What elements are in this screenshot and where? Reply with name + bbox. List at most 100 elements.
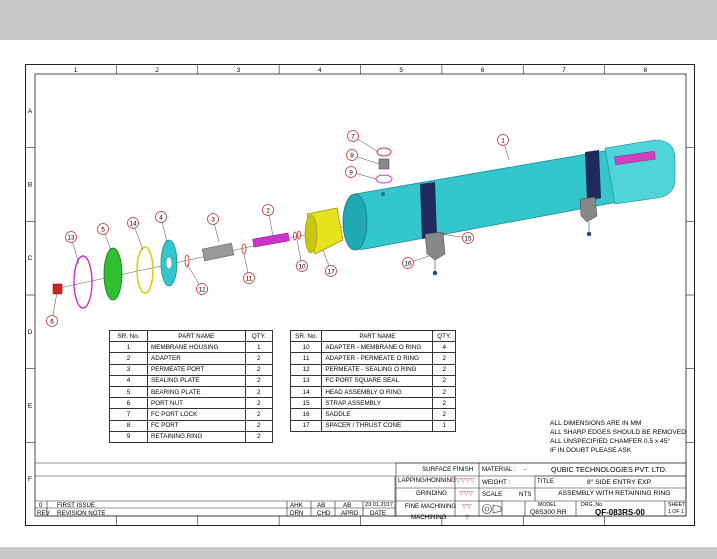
- parts-table-right: SR. No. PART NAME QTY. 10 ADAPTER - MEMBRAN…: [289, 329, 456, 432]
- weight-label: WEIGHT :: [482, 479, 511, 486]
- table-cell: PERMEATE PORT: [147, 363, 246, 376]
- table-cell: PERMEATE - SEALING O RING: [321, 363, 434, 376]
- table-row: 10 ADAPTER - MEMBRANE O RING 4: [289, 341, 456, 354]
- table-cell: PORT NUT: [147, 397, 246, 410]
- table-header: PART NAME: [321, 329, 434, 343]
- retaining-ring-drawing: [73, 255, 93, 309]
- table-row: 11 ADAPTER - PERMEATE O RING 2: [289, 352, 456, 365]
- drawing-frame: 12345678 ABCDEF 123456789101112131415161…: [25, 64, 695, 526]
- table-cell: SEALING PLATE: [147, 374, 246, 387]
- zone-row-label: F: [28, 476, 32, 483]
- table-cell: STRAP ASSEMBLY: [321, 397, 434, 410]
- material-label: MATERIAL :: [482, 466, 516, 473]
- balloon-number: 9: [349, 169, 353, 176]
- table-cell: FC PORT LOCK: [147, 408, 246, 421]
- rev-aprd: AB: [343, 502, 352, 509]
- table-header: SR. No.: [108, 329, 149, 343]
- finish-machining-symbol: ▽: [465, 514, 470, 521]
- fc-port-lock-ring: [376, 147, 392, 157]
- rev-header-drn: DRN: [290, 510, 304, 517]
- finish-lapping-label: LAPPING/HONNING: [398, 477, 456, 484]
- zone-row-label: D: [28, 329, 33, 336]
- adapter-drawing: [252, 232, 290, 248]
- finish-grinding-symbol: ▽▽▽: [459, 490, 474, 497]
- rev-header-date: DATE: [370, 510, 387, 517]
- balloon-number: 11: [246, 275, 253, 282]
- balloon-number: 14: [129, 220, 137, 227]
- rev-chd: AB: [317, 502, 326, 509]
- scale-value: NTS: [519, 491, 532, 498]
- rev-header-rev: REV: [37, 510, 50, 517]
- note-line: ALL DIMENSIONS ARE IN MM: [550, 420, 642, 427]
- permeate-port-drawing: [201, 242, 235, 262]
- table-row: 14 HEAD ASSEMBLY O RING 2: [289, 385, 456, 399]
- table-row: 5 BEARING PLATE 2: [108, 385, 274, 399]
- material-value: -: [524, 466, 527, 473]
- fc-port-drawing: [378, 158, 390, 170]
- zone-column-label: 2: [155, 67, 159, 74]
- table-cell: 2: [244, 430, 274, 443]
- table-cell: FC PORT: [147, 419, 246, 432]
- table-cell: 4: [108, 374, 149, 387]
- table-row: 2 ADAPTER 2: [108, 352, 274, 365]
- table-row: 7 FC PORT LOCK 2: [108, 408, 274, 421]
- table-header: PART NAME: [147, 329, 246, 343]
- table-cell: 2: [244, 385, 274, 399]
- table-cell: 14: [289, 385, 323, 399]
- table-cell: 2: [244, 363, 274, 376]
- rev-header-aprd: APRD: [341, 510, 359, 517]
- table-cell: SPACER / THRUST CONE: [321, 419, 434, 432]
- table-row: 15 STRAP ASSEMBLY 2: [289, 397, 456, 410]
- rev-date: 23.01.2017: [365, 502, 393, 508]
- table-row: 12 PERMEATE - SEALING O RING 2: [289, 363, 456, 376]
- table-cell: 1: [108, 341, 149, 354]
- table-cell: 6: [108, 397, 149, 410]
- table-cell: 2: [244, 352, 274, 365]
- finish-fine-symbol: ▽▽: [462, 503, 472, 510]
- balloon-number: 15: [464, 235, 472, 242]
- table-cell: ADAPTER - MEMBRANE O RING: [321, 341, 434, 354]
- table-cell: 2: [432, 408, 456, 421]
- o-ring-11: [241, 243, 247, 255]
- table-row: 17 SPACER / THRUST CONE 1: [289, 419, 456, 432]
- table-row: 13 FC PORT SQUARE SEAL 2: [289, 374, 456, 387]
- table-row: 1 MEMBRANE HOUSING 1: [108, 341, 274, 354]
- table-cell: 15: [289, 397, 323, 410]
- drawing-sheet: 12345678 ABCDEF 1 2 3 4 5 6 7 8 9 10 11 …: [25, 64, 695, 526]
- zone-row-label: A: [28, 108, 33, 115]
- table-cell: 10: [289, 341, 323, 354]
- table-cell: 13: [289, 374, 323, 387]
- table-cell: 5: [108, 385, 149, 399]
- o-ring-12: [184, 254, 190, 268]
- membrane-housing-drawing: [342, 139, 676, 251]
- table-cell: 2: [244, 374, 274, 387]
- bottom-gray-band: [0, 547, 717, 559]
- balloon-number: 3: [211, 216, 215, 223]
- finish-fine-label: FINE MACHINING: [405, 503, 457, 510]
- table-cell: 2: [432, 363, 456, 376]
- table-cell: 2: [244, 397, 274, 410]
- balloon-number: 10: [298, 263, 306, 270]
- table-cell: 2: [432, 397, 456, 410]
- table-header: QTY.: [432, 329, 456, 343]
- sheet-label: SHEET: [668, 502, 686, 508]
- table-cell: 12: [289, 363, 323, 376]
- table-cell: ADAPTER: [147, 352, 246, 365]
- balloon-number: 4: [159, 214, 163, 221]
- finish-lapping-symbol: ▽▽▽▽: [456, 477, 476, 484]
- table-row: 6 PORT NUT 2: [108, 397, 274, 410]
- note-line: ALL UNSPECIFIED CHAMFER 0.5 x 45°: [550, 438, 671, 445]
- table-row: 9 RETAINING RING 2: [108, 430, 274, 443]
- table-row: 16 SADDLE 2: [289, 408, 456, 421]
- rev-number: 0: [39, 502, 43, 509]
- zone-column-label: 4: [318, 67, 322, 74]
- fc-port-seal: [375, 174, 393, 184]
- model-value: Q8S300 RR: [530, 509, 567, 516]
- table-cell: 16: [289, 408, 323, 421]
- table-cell: 1: [432, 419, 456, 432]
- finish-machining-label: MACHINING: [411, 514, 447, 521]
- table-cell: SADDLE: [321, 408, 434, 421]
- balloon-number: 8: [350, 152, 354, 159]
- title-label: TITLE: [537, 478, 554, 485]
- table-cell: FC PORT SQUARE SEAL: [321, 374, 434, 387]
